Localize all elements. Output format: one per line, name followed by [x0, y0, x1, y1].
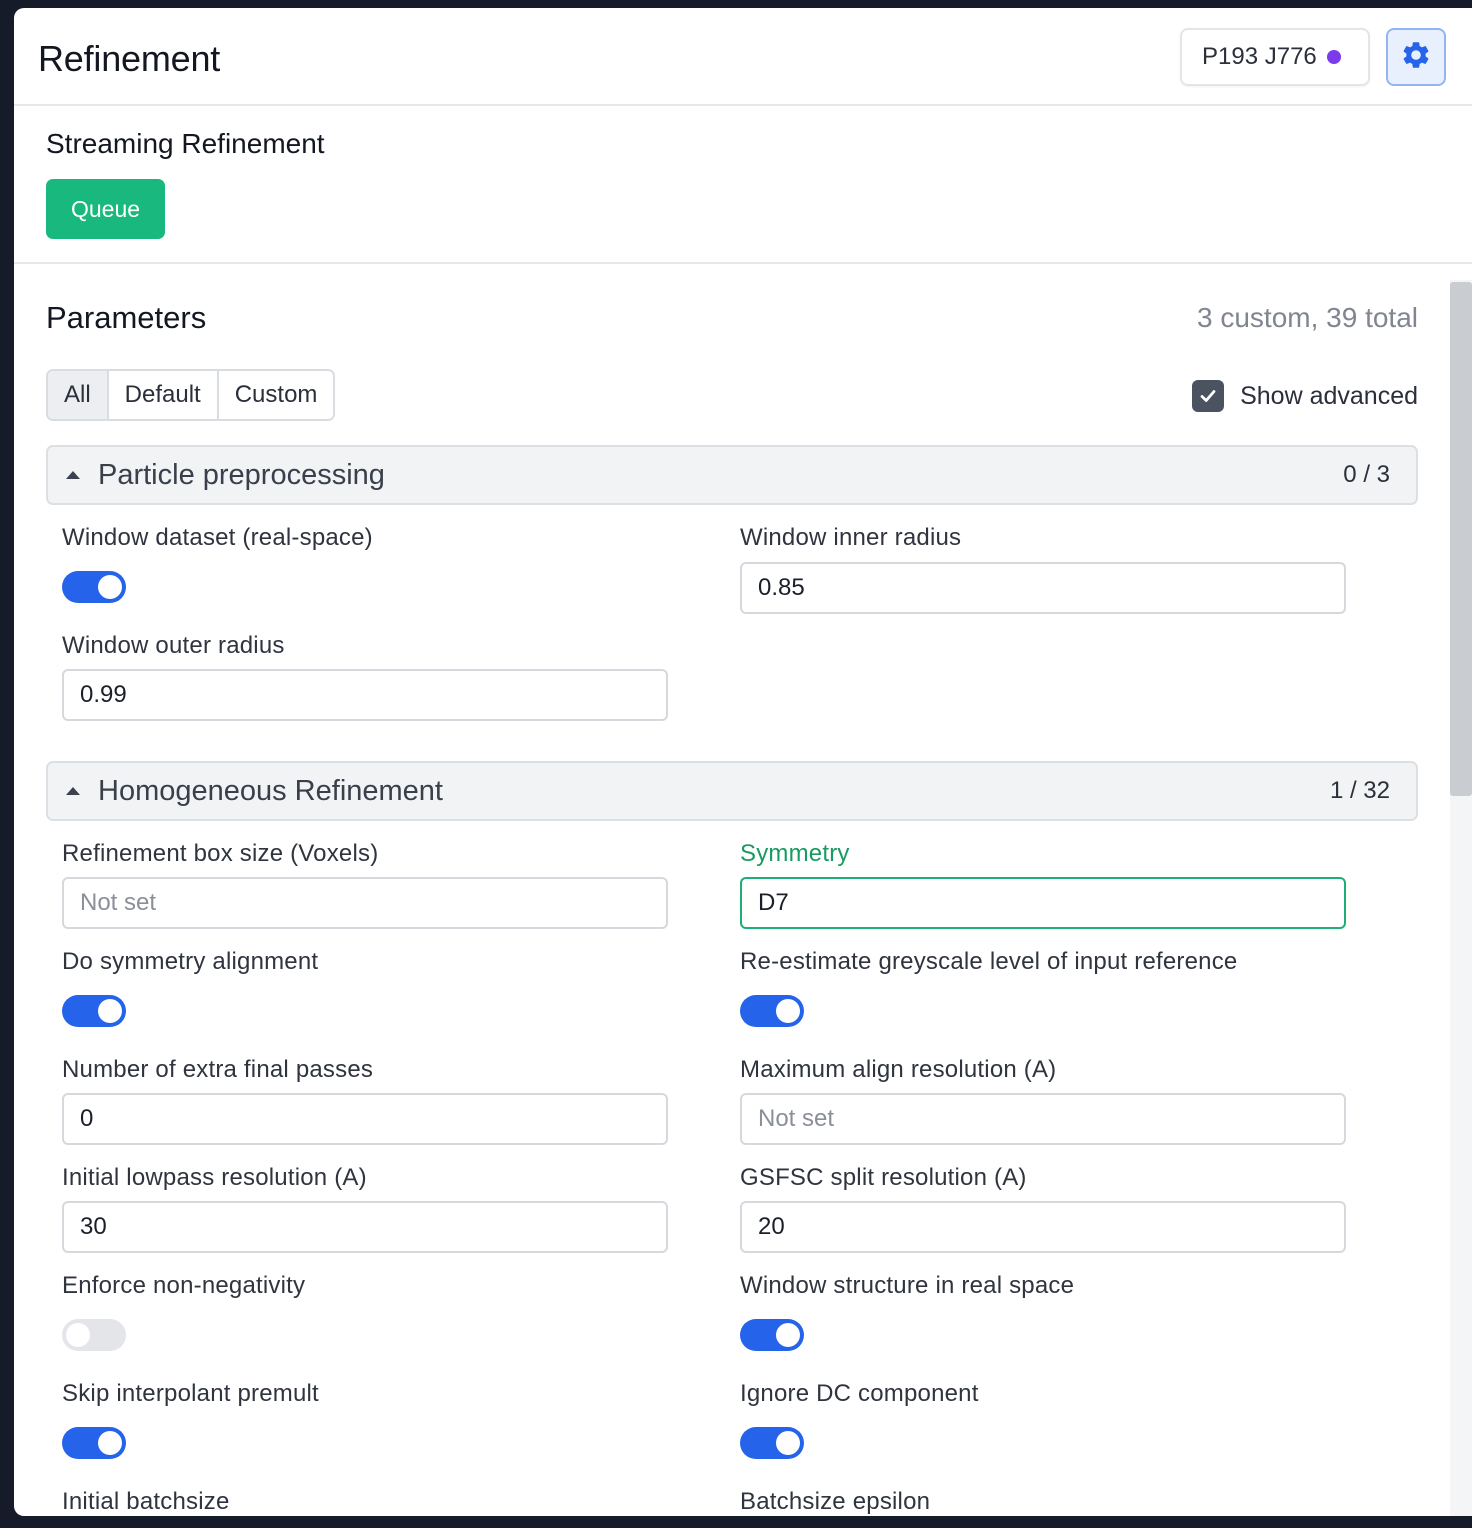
scrollbar-thumb[interactable] — [1450, 282, 1472, 796]
job-badge-label: P193 J776 — [1202, 43, 1317, 70]
toggle-window-dataset[interactable] — [62, 571, 126, 603]
parameters-title: Parameters — [46, 300, 207, 335]
section-title: Particle preprocessing — [98, 458, 385, 491]
field-label-extra-final-passes: Number of extra final passes — [62, 1056, 374, 1083]
input-window-outer-radius[interactable] — [62, 669, 668, 721]
field-label-window-outer-radius: Window outer radius — [62, 632, 285, 659]
toggle-reestimate-greyscale[interactable] — [740, 995, 804, 1027]
panel-header: Refinement P193 J776 — [14, 8, 1472, 106]
toggle-window-structure[interactable] — [740, 1319, 804, 1351]
field-label-symmetry-alignment: Do symmetry alignment — [62, 948, 319, 975]
input-symmetry[interactable] — [740, 877, 1346, 929]
gear-icon — [1400, 39, 1432, 76]
toggle-knob — [776, 999, 800, 1023]
field-label-initial-lowpass: Initial lowpass resolution (A) — [62, 1164, 367, 1191]
field-label-gsfsc-split: GSFSC split resolution (A) — [740, 1164, 1027, 1191]
filter-all-tab[interactable]: All — [48, 371, 109, 419]
page-title: Refinement — [38, 38, 221, 79]
filter-default-tab[interactable]: Default — [108, 371, 219, 419]
input-gsfsc-split[interactable] — [740, 1201, 1346, 1253]
section-header-homogeneous-refinement[interactable]: Homogeneous Refinement 1 / 32 — [46, 761, 1418, 821]
check-icon — [1200, 390, 1216, 402]
status-dot-icon — [1326, 50, 1341, 64]
field-label-non-negativity: Enforce non-negativity — [62, 1272, 306, 1299]
toggle-knob — [66, 1323, 90, 1347]
queue-button[interactable]: Queue — [46, 179, 165, 239]
toggle-skip-interpolant[interactable] — [62, 1427, 126, 1459]
input-initial-lowpass[interactable] — [62, 1201, 668, 1253]
caret-up-icon — [66, 787, 80, 795]
input-box-size[interactable] — [62, 877, 668, 929]
show-advanced-label: Show advanced — [1240, 381, 1418, 410]
field-label-ignore-dc: Ignore DC component — [740, 1380, 979, 1407]
job-badge[interactable]: P193 J776 — [1180, 28, 1370, 86]
section-count: 0 / 3 — [1343, 461, 1390, 488]
field-label-max-align-resolution: Maximum align resolution (A) — [740, 1056, 1057, 1083]
toggle-knob — [98, 1431, 122, 1455]
toggle-knob — [776, 1323, 800, 1347]
filter-segmented-control: All Default Custom — [46, 369, 336, 421]
refinement-panel: Refinement P193 J776 Streaming Refinemen… — [14, 8, 1472, 1516]
field-label-batchsize-epsilon: Batchsize epsilon — [740, 1488, 931, 1515]
toggle-knob — [98, 575, 122, 599]
field-label-box-size: Refinement box size (Voxels) — [62, 840, 379, 867]
input-max-align-resolution[interactable] — [740, 1093, 1346, 1145]
input-window-inner-radius[interactable] — [740, 562, 1346, 614]
toggle-knob — [98, 999, 122, 1023]
field-label-symmetry: Symmetry — [740, 840, 850, 867]
section-title: Homogeneous Refinement — [98, 774, 443, 807]
toggle-symmetry-alignment[interactable] — [62, 995, 126, 1027]
field-label-window-inner-radius: Window inner radius — [740, 524, 962, 551]
streaming-title: Streaming Refinement — [46, 128, 325, 159]
toggle-knob — [776, 1431, 800, 1455]
field-label-reestimate-greyscale: Re-estimate greyscale level of input ref… — [740, 948, 1238, 975]
toggle-ignore-dc[interactable] — [740, 1427, 804, 1459]
show-advanced-control[interactable]: Show advanced — [1192, 380, 1418, 412]
field-label-initial-batchsize: Initial batchsize — [62, 1488, 230, 1515]
caret-up-icon — [66, 471, 80, 479]
section-count: 1 / 32 — [1329, 777, 1390, 804]
streaming-section: Streaming Refinement Queue — [14, 106, 1472, 264]
section-header-particle-preprocessing[interactable]: Particle preprocessing 0 / 3 — [46, 445, 1418, 505]
input-extra-final-passes[interactable] — [62, 1093, 668, 1145]
field-label-window-structure: Window structure in real space — [740, 1272, 1075, 1299]
field-label-window-dataset: Window dataset (real-space) — [62, 524, 373, 551]
toggle-non-negativity[interactable] — [62, 1319, 126, 1351]
show-advanced-checkbox[interactable] — [1192, 380, 1225, 412]
filter-custom-tab[interactable]: Custom — [218, 371, 334, 419]
settings-button[interactable] — [1386, 28, 1446, 86]
parameters-count: 3 custom, 39 total — [1196, 302, 1418, 333]
field-label-skip-interpolant: Skip interpolant premult — [62, 1380, 319, 1407]
